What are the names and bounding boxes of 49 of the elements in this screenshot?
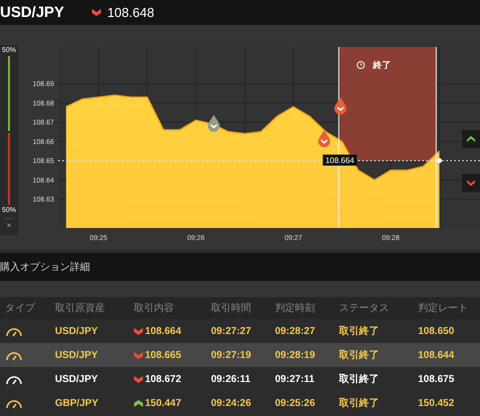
judgement-time-cell-text: 09:25:26: [275, 398, 316, 408]
column-header: 取引原資産: [55, 302, 106, 315]
status-cell-text: 取引終了: [339, 324, 380, 338]
result-rate-cell-text: 108.650: [418, 326, 456, 336]
asset-cell-text: GBP/JPY: [55, 398, 100, 408]
column-header: 判定レート: [418, 302, 469, 315]
trade-time-cell-text: 09:26:11: [211, 374, 252, 384]
strike-rate-cell: 108.664: [145, 326, 182, 336]
strike-rate-cell: 108.665: [145, 350, 182, 360]
result-rate-cell-text: 108.644: [418, 350, 456, 360]
judgement-time-cell-text: 09:28:27: [275, 326, 316, 336]
clock-icon: [356, 61, 365, 69]
status-cell-text: 取引終了: [339, 348, 380, 362]
status-cell-text: 取引終了: [339, 372, 380, 386]
trade-row[interactable]: USD/JPY 108.665 09:27:19 09:28:19 取引終了 108.644: [0, 343, 480, 367]
currency-pair-title: USD/JPY: [0, 4, 64, 21]
column-header: 取引内容: [134, 302, 175, 315]
gauge-icon: [5, 398, 23, 408]
asset-cell-text: USD/JPY: [55, 374, 99, 384]
buy-down-button[interactable]: [462, 174, 480, 192]
trade-time-cell-text: 09:27:19: [211, 350, 252, 360]
judgement-time-cell-text: 09:28:19: [275, 350, 316, 360]
result-rate-cell-text: 108.675: [418, 374, 456, 384]
gauge-icon: [5, 374, 23, 384]
current-price-dot: [436, 158, 442, 164]
gauge-icon: [5, 350, 23, 360]
gauge-icon: [5, 326, 23, 336]
result-rate-cell-text: 150.452: [418, 398, 456, 408]
column-header: タイプ: [5, 302, 36, 315]
trade-time-cell-text: 09:27:27: [211, 326, 252, 336]
close-button[interactable]: ×: [4, 218, 14, 232]
trade-time-cell-text: 09:24:26: [211, 398, 252, 408]
price-tag: 108.664: [322, 154, 357, 166]
strike-rate-cell: 108.672: [145, 374, 182, 384]
column-header: ステータス: [339, 302, 390, 315]
trade-row[interactable]: GBP/JPY 150.447 09:24:26 09:25:26 取引終了 150.452: [0, 391, 480, 415]
buy-up-button[interactable]: [462, 130, 480, 148]
column-header: 取引時間: [211, 302, 252, 315]
strike-rate-cell: 150.447: [145, 398, 182, 408]
current-rate: 108.648: [107, 5, 154, 20]
trade-row[interactable]: USD/JPY 108.672 09:26:11 09:27:11 取引終了 108.675: [0, 367, 480, 391]
status-cell-text: 取引終了: [339, 396, 380, 410]
expiry-label: 終了: [372, 60, 391, 70]
column-header: 判定時刻: [275, 302, 316, 315]
asset-cell-text: USD/JPY: [55, 350, 99, 360]
trade-row[interactable]: USD/JPY 108.664 09:27:27 09:28:27 取引終了 108.650: [0, 319, 480, 343]
asset-cell-text: USD/JPY: [55, 326, 99, 336]
section-title: 購入オプション詳細: [0, 260, 90, 274]
judgement-time-cell-text: 09:27:11: [275, 374, 316, 384]
